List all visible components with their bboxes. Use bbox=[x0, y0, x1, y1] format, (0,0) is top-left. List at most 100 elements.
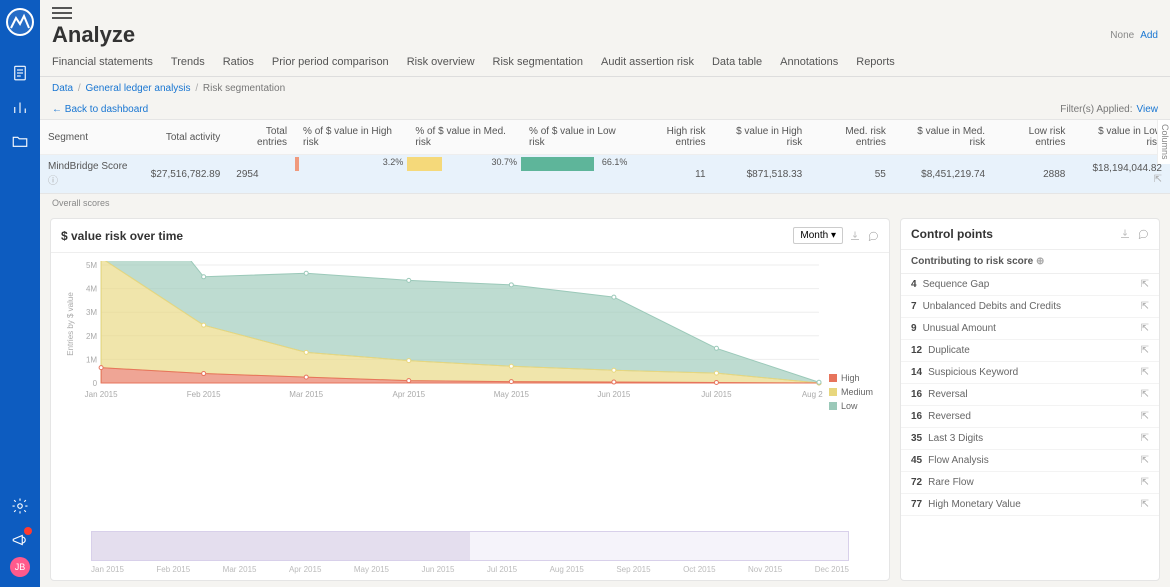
svg-text:Jan 2015: Jan 2015 bbox=[85, 390, 119, 399]
cp-item[interactable]: 16Reversed⇱ bbox=[901, 406, 1159, 428]
tab-annotations[interactable]: Annotations bbox=[780, 56, 838, 76]
cp-item[interactable]: 16Reversal⇱ bbox=[901, 384, 1159, 406]
open-icon[interactable]: ⇱ bbox=[1141, 433, 1149, 444]
nav-rail: JB bbox=[0, 0, 40, 587]
open-icon[interactable]: ⇱ bbox=[1141, 499, 1149, 510]
table-row[interactable]: MindBridge Score ⓘ $27,516,782.89 2954 3… bbox=[40, 155, 1170, 194]
doc-icon[interactable] bbox=[0, 56, 40, 90]
open-row-icon[interactable]: ⇱ bbox=[1154, 174, 1162, 185]
minimap-tick: Dec 2015 bbox=[815, 565, 849, 574]
crumb-data[interactable]: Data bbox=[52, 83, 73, 94]
tab-reports[interactable]: Reports bbox=[856, 56, 895, 76]
col-header[interactable]: % of $ value in High risk bbox=[295, 120, 407, 155]
open-icon[interactable]: ⇱ bbox=[1141, 367, 1149, 378]
col-header[interactable]: Total activity bbox=[143, 120, 229, 155]
col-header[interactable]: Med. risk entries bbox=[810, 120, 894, 155]
col-header[interactable]: Segment bbox=[40, 120, 143, 155]
chart-icon[interactable] bbox=[0, 90, 40, 124]
tabs: Financial statements Trends Ratios Prior pe… bbox=[40, 48, 1170, 77]
open-icon[interactable]: ⇱ bbox=[1141, 323, 1149, 334]
cp-item[interactable]: 4Sequence Gap⇱ bbox=[901, 274, 1159, 296]
control-points-panel: Control points Contributing to risk scor… bbox=[900, 218, 1160, 581]
svg-text:1M: 1M bbox=[86, 355, 97, 364]
cp-item[interactable]: 7Unbalanced Debits and Credits⇱ bbox=[901, 296, 1159, 318]
open-icon[interactable]: ⇱ bbox=[1141, 279, 1149, 290]
col-header[interactable]: High risk entries bbox=[631, 120, 713, 155]
tab-financial-statements[interactable]: Financial statements bbox=[52, 56, 153, 76]
col-header[interactable]: Low risk entries bbox=[993, 120, 1073, 155]
tab-risk-overview[interactable]: Risk overview bbox=[407, 56, 475, 76]
columns-toggle[interactable]: Columns bbox=[1157, 120, 1170, 164]
period-dropdown[interactable]: Month ▾ bbox=[793, 227, 843, 244]
announce-icon[interactable] bbox=[0, 523, 40, 557]
svg-text:4M: 4M bbox=[86, 285, 97, 294]
tab-risk-segmentation[interactable]: Risk segmentation bbox=[493, 56, 584, 76]
svg-text:0: 0 bbox=[93, 379, 98, 388]
cp-item[interactable]: 35Last 3 Digits⇱ bbox=[901, 428, 1159, 450]
comment-icon[interactable] bbox=[867, 230, 879, 242]
svg-text:3M: 3M bbox=[86, 308, 97, 317]
cp-item[interactable]: 77High Monetary Value⇱ bbox=[901, 494, 1159, 516]
minimap[interactable] bbox=[91, 531, 849, 561]
svg-text:May 2015: May 2015 bbox=[494, 390, 530, 399]
info-icon[interactable]: ⓘ bbox=[48, 176, 58, 187]
col-header[interactable]: % of $ value in Low risk bbox=[521, 120, 631, 155]
tab-data-table[interactable]: Data table bbox=[712, 56, 762, 76]
folder-icon[interactable] bbox=[0, 124, 40, 158]
tab-prior-period-comparison[interactable]: Prior period comparison bbox=[272, 56, 389, 76]
filters-applied: Filter(s) Applied:View bbox=[1060, 104, 1158, 115]
minimap-tick: Feb 2015 bbox=[156, 565, 190, 574]
view-filters[interactable]: View bbox=[1137, 104, 1159, 115]
download-icon[interactable] bbox=[849, 230, 861, 242]
col-header[interactable]: $ value in High risk bbox=[714, 120, 811, 155]
minimap-tick: Sep 2015 bbox=[616, 565, 650, 574]
tab-ratios[interactable]: Ratios bbox=[223, 56, 254, 76]
col-header[interactable]: $ value in Med. risk bbox=[894, 120, 993, 155]
cp-item[interactable]: 45Flow Analysis⇱ bbox=[901, 450, 1159, 472]
back-to-dashboard[interactable]: ← Back to dashboard bbox=[52, 104, 148, 115]
open-icon[interactable]: ⇱ bbox=[1141, 455, 1149, 466]
minimap-tick: Nov 2015 bbox=[748, 565, 782, 574]
download-icon[interactable] bbox=[1119, 228, 1131, 240]
breadcrumb: Data / General ledger analysis / Risk se… bbox=[40, 77, 1170, 100]
svg-text:Feb 2015: Feb 2015 bbox=[187, 390, 221, 399]
cp-title: Control points bbox=[911, 227, 993, 241]
area-chart[interactable]: 0 1M 2M 3M 4M 5M Jan 2015 Feb 2015 Mar 2015 Apr 2… bbox=[61, 261, 823, 401]
minimap-tick: Apr 2015 bbox=[289, 565, 321, 574]
minimap-tick: Jun 2015 bbox=[421, 565, 454, 574]
cp-item[interactable]: 9Unusual Amount⇱ bbox=[901, 318, 1159, 340]
open-icon[interactable]: ⇱ bbox=[1141, 301, 1149, 312]
cp-item[interactable]: 12Duplicate⇱ bbox=[901, 340, 1159, 362]
cp-item[interactable]: 72Rare Flow⇱ bbox=[901, 472, 1159, 494]
minimap-tick: Oct 2015 bbox=[683, 565, 715, 574]
segment-table: SegmentTotal activityTotal entries% of $… bbox=[40, 120, 1170, 193]
open-icon[interactable]: ⇱ bbox=[1141, 389, 1149, 400]
logo[interactable] bbox=[6, 8, 34, 36]
col-header[interactable]: $ value in Low risk bbox=[1073, 120, 1170, 155]
open-icon[interactable]: ⇱ bbox=[1141, 345, 1149, 356]
open-icon[interactable]: ⇱ bbox=[1141, 477, 1149, 488]
cp-section-header: Contributing to risk score ⊕ bbox=[901, 250, 1159, 274]
crumb-gla[interactable]: General ledger analysis bbox=[85, 83, 190, 94]
comment-icon[interactable] bbox=[1137, 228, 1149, 240]
cp-item[interactable]: 14Suspicious Keyword⇱ bbox=[901, 362, 1159, 384]
col-header[interactable]: % of $ value in Med. risk bbox=[407, 120, 521, 155]
svg-text:5M: 5M bbox=[86, 261, 97, 270]
col-header[interactable]: Total entries bbox=[228, 120, 295, 155]
svg-text:2M: 2M bbox=[86, 332, 97, 341]
menu-icon[interactable] bbox=[52, 4, 72, 22]
svg-text:Apr 2015: Apr 2015 bbox=[393, 390, 426, 399]
avatar[interactable]: JB bbox=[10, 557, 30, 577]
overall-scores-label: Overall scores bbox=[40, 194, 1170, 212]
settings-icon[interactable] bbox=[0, 489, 40, 523]
crumb-current: Risk segmentation bbox=[203, 83, 285, 94]
add-filter[interactable]: NoneAdd bbox=[1110, 30, 1158, 41]
chart-title: $ value risk over time bbox=[61, 229, 183, 243]
tab-trends[interactable]: Trends bbox=[171, 56, 205, 76]
svg-text:Aug 2015: Aug 2015 bbox=[802, 390, 823, 399]
tab-audit-assertion-risk[interactable]: Audit assertion risk bbox=[601, 56, 694, 76]
chart-panel: $ value risk over time Month ▾ 0 1M 2M 3M 4M… bbox=[50, 218, 890, 581]
minimap-tick: May 2015 bbox=[354, 565, 389, 574]
svg-text:Mar 2015: Mar 2015 bbox=[289, 390, 323, 399]
open-icon[interactable]: ⇱ bbox=[1141, 411, 1149, 422]
